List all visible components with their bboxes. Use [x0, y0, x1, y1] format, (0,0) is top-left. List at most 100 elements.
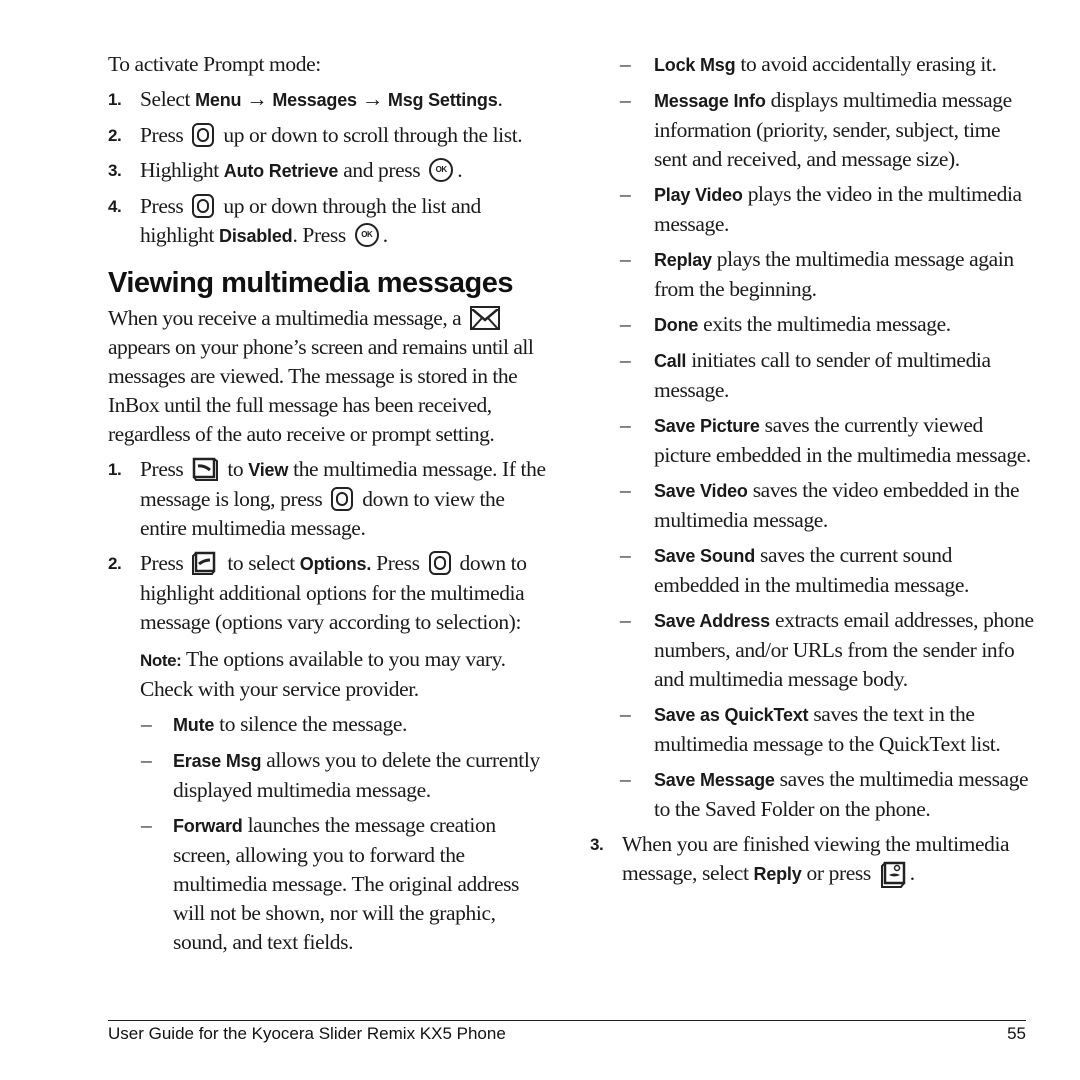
option-mute: – Mute to silence the message.: [108, 710, 548, 740]
dash: –: [620, 767, 631, 791]
dash: –: [620, 348, 631, 372]
dash: –: [620, 247, 631, 271]
left-column: To activate Prompt mode: 1. Select Menu …: [108, 50, 548, 957]
intro-paragraph: When you receive a multimedia message, a…: [108, 304, 548, 449]
step-text: Press: [140, 194, 189, 218]
option-call: – Call initiates call to sender of multim…: [590, 346, 1035, 405]
step-text: Highlight: [140, 158, 224, 182]
option-save-video: – Save Video saves the video embedded in …: [590, 476, 1035, 535]
option-save-message: – Save Message saves the multimedia messa…: [590, 765, 1035, 824]
auto-retrieve-label: Auto Retrieve: [223, 161, 339, 181]
dash: –: [620, 478, 631, 502]
view-step-2: 2. Press to select Options. Press down t…: [108, 549, 548, 637]
option-play-video: – Play Video plays the video in the multi…: [590, 180, 1035, 239]
option-save-picture: – Save Picture saves the currently viewed…: [590, 411, 1035, 470]
step-text: Press: [140, 123, 189, 147]
option-erase-msg: – Erase Msg allows you to delete the curr…: [108, 746, 548, 805]
option-desc: initiates call to sender of multimedia m…: [654, 348, 991, 402]
navigation-key-icon: [428, 551, 451, 576]
dash: –: [620, 52, 631, 76]
prompt-step-1: 1. Select Menu → Messages → Msg Settings…: [108, 85, 548, 115]
speakerphone-key-icon: [880, 861, 906, 889]
option-save-address: – Save Address extracts email addresses, …: [590, 606, 1035, 694]
step-text: Press: [371, 551, 425, 575]
footer-title: User Guide for the Kyocera Slider Remix …: [108, 1024, 506, 1043]
step-text: Select: [140, 87, 196, 111]
note: Note: The options available to you may v…: [108, 645, 548, 704]
messages-label: Messages: [272, 90, 357, 110]
option-name: Save Message: [654, 770, 775, 790]
footer-divider: [108, 1020, 1026, 1021]
msg-settings-label: Msg Settings: [387, 90, 498, 110]
step-text: Press: [140, 457, 189, 481]
right-column: – Lock Msg to avoid accidentally erasing …: [590, 50, 1035, 889]
step-number: 1.: [108, 460, 122, 479]
step-number: 2.: [108, 126, 122, 145]
dash: –: [141, 712, 152, 736]
dash: –: [620, 413, 631, 437]
option-name: Call: [654, 351, 687, 371]
option-name: Replay: [654, 250, 712, 270]
option-name: Save Video: [654, 481, 748, 501]
step-text: to select: [222, 551, 300, 575]
option-name: Play Video: [654, 185, 743, 205]
step-text: . Press: [292, 223, 351, 247]
view-step-1: 1. Press to View the multimedia message.…: [108, 455, 548, 543]
option-save-sound: – Save Sound saves the current sound embe…: [590, 541, 1035, 600]
ok-key-icon: OK: [354, 223, 379, 248]
step-text: or press: [801, 861, 876, 885]
navigation-key-icon: [192, 123, 215, 148]
step-text: and press: [338, 158, 426, 182]
option-name: Message Info: [654, 91, 766, 111]
left-softkey-icon: [192, 551, 218, 576]
step-text: .: [382, 223, 388, 247]
page-footer: User Guide for the Kyocera Slider Remix …: [108, 1024, 1026, 1044]
dash: –: [620, 543, 631, 567]
note-text: The options available to you may vary. C…: [140, 647, 506, 701]
prompt-step-3: 3. Highlight Auto Retrieve and press OK.: [108, 156, 548, 186]
options-label: Options.: [299, 554, 372, 574]
option-desc: to silence the message.: [214, 712, 407, 736]
reply-label: Reply: [753, 864, 802, 884]
step-number: 3.: [108, 161, 122, 180]
step-text: .: [909, 861, 915, 885]
arrow: →: [241, 87, 273, 111]
dash: –: [620, 702, 631, 726]
option-done: – Done exits the multimedia message.: [590, 310, 1035, 340]
arrow: →: [356, 87, 388, 111]
option-name: Save Picture: [654, 416, 760, 436]
step-text: .: [497, 87, 503, 111]
option-name: Done: [654, 315, 699, 335]
option-name: Save as QuickText: [654, 705, 809, 725]
option-name: Forward: [173, 816, 243, 836]
menu-label: Menu: [195, 90, 242, 110]
page-number: 55: [1007, 1024, 1026, 1043]
disabled-label: Disabled: [219, 226, 293, 246]
option-forward: – Forward launches the message creation s…: [108, 811, 548, 957]
view-step-3: 3. When you are finished viewing the mul…: [590, 830, 1035, 889]
section-heading: Viewing multimedia messages: [108, 267, 514, 299]
option-desc: exits the multimedia message.: [698, 312, 951, 336]
dash: –: [620, 182, 631, 206]
dash: –: [141, 748, 152, 772]
option-message-info: – Message Info displays multimedia messag…: [590, 86, 1035, 174]
option-save-as-quicktext: – Save as QuickText saves the text in the…: [590, 700, 1035, 759]
option-replay: – Replay plays the multimedia message aga…: [590, 245, 1035, 304]
navigation-key-icon: [192, 194, 215, 219]
ok-key-icon: OK: [429, 158, 454, 183]
step-text: up or down to scroll through the list.: [218, 123, 523, 147]
step-number: 4.: [108, 197, 122, 216]
option-lock-msg: – Lock Msg to avoid accidentally erasing …: [590, 50, 1035, 80]
prompt-step-4: 4. Press up or down through the list and…: [108, 192, 548, 251]
step-number: 1.: [108, 90, 122, 109]
step-text: Press: [140, 551, 189, 575]
paragraph-text: appears on your phone’s screen and remai…: [108, 335, 534, 446]
prompt-intro: To activate Prompt mode:: [108, 52, 321, 76]
note-label: Note:: [140, 651, 182, 670]
right-softkey-icon: [192, 457, 219, 482]
view-label: View: [248, 460, 289, 480]
paragraph-text: When you receive a multimedia message, a: [108, 306, 466, 330]
option-name: Mute: [173, 715, 215, 735]
option-name: Save Sound: [654, 546, 756, 566]
dash: –: [141, 813, 152, 837]
